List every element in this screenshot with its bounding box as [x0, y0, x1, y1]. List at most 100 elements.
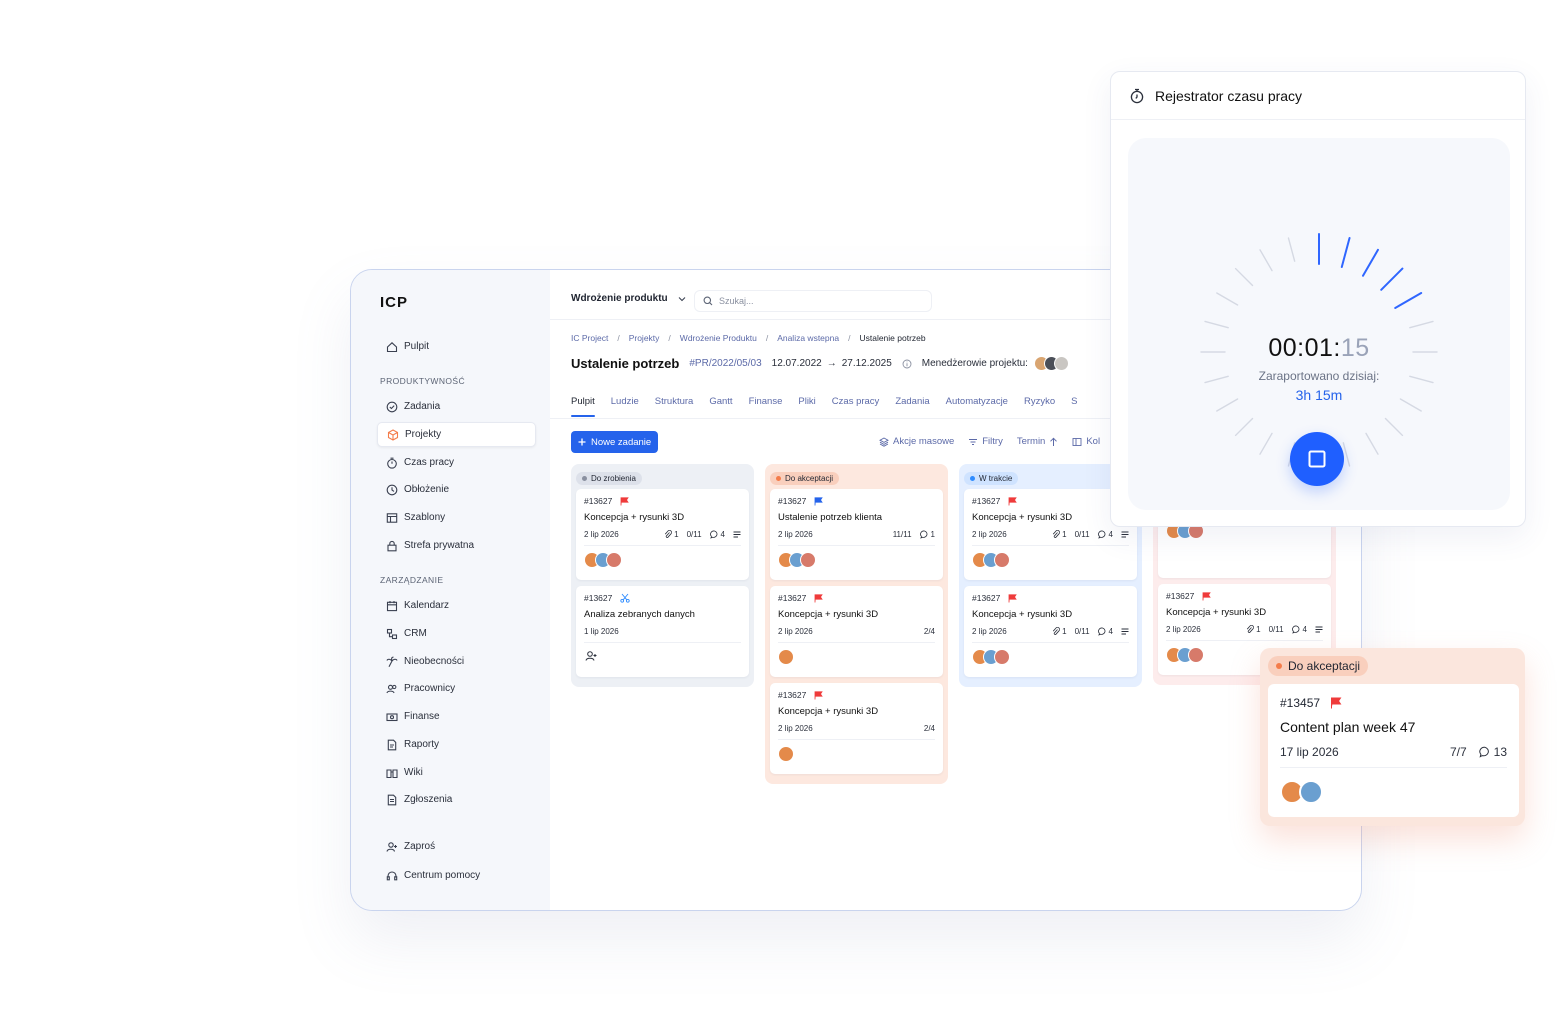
tab-ryzyko[interactable]: Ryzyko — [1024, 396, 1055, 407]
task-assignees[interactable] — [584, 552, 741, 568]
task-meta: 2 lip 2026 1 0/11 4 — [972, 530, 1129, 546]
columns-button[interactable]: Kol — [1072, 436, 1100, 447]
task-id-row: #13627 — [972, 496, 1129, 506]
mass-actions-button[interactable]: Akcje masowe — [879, 436, 954, 447]
sidebar-item-crm[interactable]: CRM — [377, 621, 536, 646]
task-card[interactable]: #13627 Koncepcja + rysunki 3D 2 lip 2026… — [770, 683, 943, 774]
user-plus-icon[interactable] — [584, 649, 598, 663]
sidebar: ICP Pulpit PRODUKTYWNOŚĆ Zadania Projekt… — [351, 270, 550, 910]
tab-pulpit[interactable]: Pulpit — [571, 396, 595, 417]
columns-label: Kol — [1086, 436, 1101, 447]
dial-tick-active — [1380, 267, 1404, 291]
task-card[interactable]: #13627 Koncepcja + rysunki 3D 2 lip 2026… — [770, 586, 943, 677]
breadcrumb-item[interactable]: Projekty — [629, 333, 660, 343]
sidebar-item-label: Finanse — [404, 711, 440, 722]
flag-icon — [1008, 496, 1018, 506]
task-card[interactable]: #13627 Koncepcja + rysunki 3D 2 lip 2026… — [576, 489, 749, 580]
task-card[interactable]: #13457 Content plan week 47 17 lip 2026 … — [1268, 684, 1519, 817]
sidebar-item-raporty[interactable]: Raporty — [377, 732, 536, 757]
sidebar-item-pracownicy[interactable]: Pracownicy — [377, 676, 536, 701]
tab-automatyzacje[interactable]: Automatyzacje — [946, 396, 1008, 407]
column-status-chip: W trakcie — [964, 472, 1019, 485]
task-subtasks: 11/11 — [892, 530, 912, 539]
date-arrow: → — [826, 358, 837, 369]
layers-icon — [879, 436, 889, 447]
breadcrumb-item[interactable]: Wdrożenie Produktu — [680, 333, 757, 343]
tab-czas-pracy[interactable]: Czas pracy — [832, 396, 880, 407]
task-comments: 4 — [1302, 625, 1307, 634]
task-date: 1 lip 2026 — [584, 627, 619, 636]
task-assignees[interactable] — [778, 746, 935, 762]
task-id-row: #13627 — [584, 593, 741, 603]
clock-load-icon — [385, 483, 398, 496]
dial-tick — [1384, 417, 1404, 437]
search-input[interactable]: Szukaj... — [694, 290, 932, 312]
column-status-chip: Do akceptacji — [1268, 656, 1369, 676]
project-select[interactable]: Wdrożenie produktu — [571, 293, 686, 304]
paperclip-icon — [1052, 530, 1061, 539]
task-card[interactable]: #13627 Ustalenie potrzeb klienta 2 lip 2… — [770, 489, 943, 580]
sidebar-item-kalendarz[interactable]: Kalendarz — [377, 593, 536, 618]
time-tracker-header: Rejestrator czasu pracy — [1111, 72, 1525, 120]
tab-more[interactable]: S — [1071, 396, 1077, 407]
sidebar-item-label: Obłożenie — [404, 484, 450, 495]
new-task-button[interactable]: Nowe zadanie — [571, 431, 659, 453]
sidebar-item-projekty[interactable]: Projekty — [377, 422, 536, 447]
stop-timer-button[interactable] — [1290, 432, 1344, 486]
sidebar-item-nieobecnosci[interactable]: Nieobecności — [377, 649, 536, 674]
sidebar-item-oblozenie[interactable]: Obłożenie — [377, 477, 536, 502]
task-title: Koncepcja + rysunki 3D — [584, 512, 685, 523]
sidebar-item-zadania[interactable]: Zadania — [377, 394, 536, 419]
columns-icon — [1072, 437, 1082, 447]
tab-struktura[interactable]: Struktura — [655, 396, 694, 407]
sidebar-item-zgloszenia[interactable]: Zgłoszenia — [377, 787, 536, 812]
sort-button[interactable]: Termin — [1017, 436, 1059, 447]
task-assignees[interactable] — [972, 552, 1129, 568]
managers-avatars[interactable] — [1033, 356, 1069, 371]
task-title: Koncepcja + rysunki 3D — [778, 609, 879, 620]
board-toolbar: Akcje masowe Filtry Termin Kol — [879, 436, 1100, 447]
sidebar-item-centrum-pomocy[interactable]: Centrum pomocy — [377, 863, 536, 888]
list-icon — [733, 531, 741, 538]
task-assignees[interactable] — [1280, 780, 1507, 804]
info-icon[interactable] — [902, 359, 912, 369]
task-assignees[interactable] — [584, 649, 741, 663]
task-assignees[interactable] — [972, 649, 1129, 665]
tab-pliki[interactable]: Pliki — [798, 396, 815, 407]
user-plus-icon — [385, 840, 398, 853]
sidebar-item-wiki[interactable]: Wiki — [377, 760, 536, 785]
tab-gantt[interactable]: Gantt — [709, 396, 732, 407]
breadcrumb-item[interactable]: IC Project — [571, 333, 608, 343]
task-id: #13627 — [778, 690, 807, 700]
sidebar-item-label: Zgłoszenia — [404, 794, 453, 805]
task-comments: 13 — [1493, 745, 1507, 759]
task-date: 2 lip 2026 — [778, 530, 813, 539]
sidebar-item-czas-pracy[interactable]: Czas pracy — [377, 450, 536, 475]
sidebar-item-szablony[interactable]: Szablony — [377, 505, 536, 530]
task-assignees[interactable] — [778, 552, 935, 568]
task-id-row: #13457 — [1280, 696, 1507, 710]
sidebar-item-pulpit[interactable]: Pulpit — [377, 334, 536, 359]
dial-tick — [1234, 417, 1254, 437]
tab-finanse[interactable]: Finanse — [749, 396, 783, 407]
stopwatch-icon — [385, 456, 398, 469]
avatar — [778, 746, 794, 762]
task-card[interactable]: #13627 Analiza zebranych danych 1 lip 20… — [576, 586, 749, 677]
task-id-row: #13627 — [584, 496, 741, 506]
sidebar-item-finanse[interactable]: Finanse — [377, 704, 536, 729]
breadcrumb-item[interactable]: Analiza wstepna — [777, 333, 839, 343]
sidebar-item-strefa-prywatna[interactable]: Strefa prywatna — [377, 533, 536, 558]
sort-label: Termin — [1016, 436, 1046, 447]
tab-zadania[interactable]: Zadania — [895, 396, 929, 407]
app-logo[interactable]: ICP — [380, 294, 408, 311]
task-card[interactable]: #13627 Koncepcja + rysunki 3D 2 lip 2026… — [964, 586, 1137, 677]
task-date: 2 lip 2026 — [778, 724, 813, 733]
task-meta: 2 lip 2026 2/4 — [778, 724, 935, 740]
task-assignees[interactable] — [778, 649, 935, 665]
tab-ludzie[interactable]: Ludzie — [611, 396, 639, 407]
comment-icon — [1097, 627, 1107, 636]
filters-button[interactable]: Filtry — [968, 436, 1003, 447]
sidebar-item-zapros[interactable]: Zaproś — [377, 834, 536, 859]
task-title: Content plan week 47 — [1280, 719, 1416, 735]
comment-icon — [1097, 530, 1107, 539]
